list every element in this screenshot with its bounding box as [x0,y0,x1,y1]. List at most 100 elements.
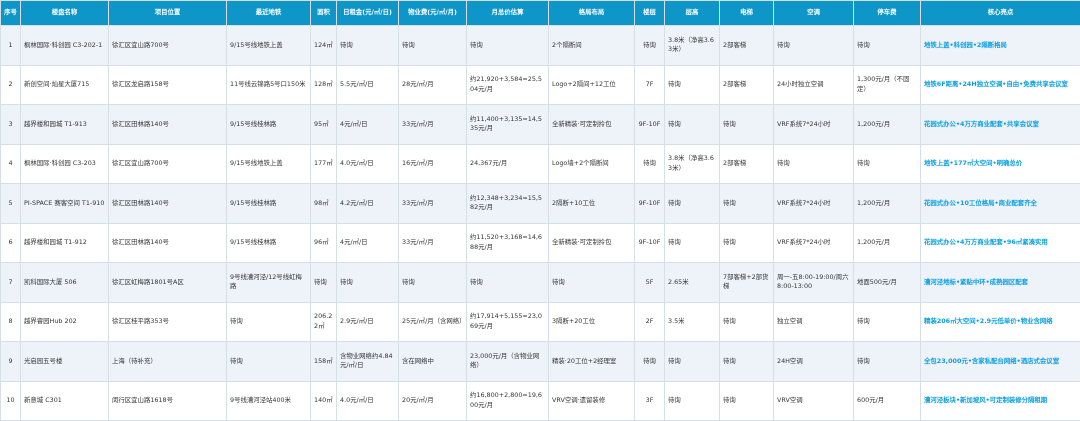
cell-floor: 7F [635,65,665,105]
cell-floor: 5F [635,263,665,303]
cell-monthly-total: 约11,520+3,168=14,688元/月 [467,223,549,263]
cell-daily-rent: 4.0元/㎡/日 [337,381,399,421]
cell-index: 8 [1,302,21,342]
cell-location: 徐汇区田林路140号 [109,105,227,145]
cell-highlights: 地铁上盖•科创园•2隔断格局 [921,26,1080,66]
cell-location: 徐汇区桂平路353号 [109,302,227,342]
col-header-layout: 格局布局 [549,1,635,26]
cell-elevator: 待询 [720,223,774,263]
cell-elevator: 待询 [720,184,774,224]
table-row: 7凯科国际大厦 506徐汇区虹梅路1801号A区9号线漕河泾/12号线虹梅路待询… [1,263,1080,303]
cell-monthly-total: 待询 [467,263,549,303]
table-row: 5PI-SPACE 赛客空间 T1-910徐汇区田林路140号9/15号线桂林路… [1,184,1080,224]
cell-property-name: 光启园五号楼 [21,342,109,382]
cell-metro: 9/15号线桂林路 [227,105,311,145]
cell-index: 1 [1,26,21,66]
col-header-index: 序号 [1,1,21,26]
cell-layout: 2隔断+10工位 [549,184,635,224]
table-row: 2新创空间·灿星大厦715徐汇区龙启路158号11号线云锦路5号口150米128… [1,65,1080,105]
col-header-parking: 停车费 [854,1,921,26]
cell-highlights: 地铁6F距离•24H独立空调•自由•免费共享会议室 [921,65,1080,105]
cell-layout: VRV空调·遗留装修 [549,381,635,421]
cell-mgmt-fee: 33元/㎡/月 [399,105,467,145]
col-header-property: 楼盘名称 [21,1,109,26]
cell-ac: 周一-五8:00-19:00/周六8:00-13:00 [774,263,854,303]
cell-parking: 1,300元/月（不固定） [854,65,921,105]
cell-floor: 9F-10F [635,105,665,145]
cell-layout: 2个隔断间 [549,26,635,66]
cell-daily-rent: 含物业网络约4.84元/㎡/日 [337,342,399,382]
col-header-elevator: 电梯 [720,1,774,26]
col-header-area: 面积 [311,1,337,26]
cell-index: 9 [1,342,21,382]
cell-monthly-total: 24,367元/月 [467,144,549,184]
cell-metro: 9/15号线桂林路 [227,223,311,263]
cell-floor: 待询 [635,144,665,184]
cell-monthly-total: 待询 [467,26,549,66]
property-table: 序号 楼盘名称 项目位置 最近地铁 面积 日租金(元/㎡/日) 物业费(元/㎡/… [0,0,1080,421]
cell-highlights: 漕河泾地标•紧贴中环•成熟园区配套 [921,263,1080,303]
cell-daily-rent: 待询 [337,26,399,66]
header-row: 序号 楼盘名称 项目位置 最近地铁 面积 日租金(元/㎡/日) 物业费(元/㎡/… [1,1,1080,26]
cell-mgmt-fee: 待询 [399,26,467,66]
cell-floor: 待询 [635,26,665,66]
cell-parking: 1,200元/月 [854,184,921,224]
cell-metro: 待询 [227,302,311,342]
cell-daily-rent: 待询 [337,263,399,303]
cell-highlights: 全包23,000元•含家私配台网络•酒店式会议室 [921,342,1080,382]
cell-layout: Logo+2隔间+12工位 [549,65,635,105]
cell-elevator: 待询 [720,381,774,421]
cell-index: 10 [1,381,21,421]
cell-property-name: 凯科国际大厦 506 [21,263,109,303]
cell-parking: 1,200元/月 [854,223,921,263]
table-row: 1枫林国际·科创园 C3-202-1徐汇区宜山路700号9/15号线地铁上盖12… [1,26,1080,66]
cell-area: 140㎡ [311,381,337,421]
cell-location: 上海（待补充） [109,342,227,382]
cell-property-name: 越界睿园Hub 202 [21,302,109,342]
cell-index: 4 [1,144,21,184]
cell-location: 徐汇区龙启路158号 [109,65,227,105]
cell-monthly-total: 约11,400+3,135=14,535元/月 [467,105,549,145]
table-row: 8越界睿园Hub 202徐汇区桂平路353号待询206.22㎡2.9元/㎡/日2… [1,302,1080,342]
col-header-monthly-total: 月总价估算 [467,1,549,26]
cell-elevator: 待询 [720,105,774,145]
cell-property-name: 越界楼和园城 T1-912 [21,223,109,263]
cell-area: 158㎡ [311,342,337,382]
cell-highlights: 漕河泾板块•新加坡风•可定制装修分隔租期 [921,381,1080,421]
cell-layout: 3隔断+20工位 [549,302,635,342]
cell-area: 128㎡ [311,65,337,105]
cell-elevator: 待询 [720,342,774,382]
cell-monthly-total: 约12,348+3,234=15,582元/月 [467,184,549,224]
cell-index: 5 [1,184,21,224]
col-header-daily-rent: 日租金(元/㎡/日) [337,1,399,26]
cell-ac: VRF系统7*24小时 [774,223,854,263]
cell-parking: 待询 [854,302,921,342]
cell-metro: 9号线漕河泾站400米 [227,381,311,421]
cell-ac: VRF系统7*24小时 [774,184,854,224]
cell-property-name: 新创空间·灿星大厦715 [21,65,109,105]
cell-layout: Logo墙+2个隔断间 [549,144,635,184]
cell-ac: 24小时独立空调 [774,65,854,105]
cell-index: 7 [1,263,21,303]
cell-ac: 待询 [774,144,854,184]
cell-highlights: 地铁上盖•177㎡大空间•明确总价 [921,144,1080,184]
cell-height: 待询 [665,342,720,382]
cell-area: 95㎡ [311,105,337,145]
cell-ac: VRV空调 [774,381,854,421]
cell-ac: 待询 [774,26,854,66]
cell-layout: 全新精装·可定制拎包 [549,105,635,145]
cell-property-name: 枫林国际·科创园 C3-202-1 [21,26,109,66]
col-header-ac: 空调 [774,1,854,26]
cell-floor: 2F [635,302,665,342]
cell-metro: 9号线漕河泾/12号线虹梅路 [227,263,311,303]
cell-elevator: 2部客梯 [720,65,774,105]
cell-mgmt-fee: 28元/㎡/月 [399,65,467,105]
table-row: 10新意城 C301闵行区宜山路1618号9号线漕河泾站400米140㎡4.0元… [1,381,1080,421]
cell-layout: 待询 [549,263,635,303]
cell-mgmt-fee: 33元/㎡/月 [399,184,467,224]
table-row: 3越界楼和园城 T1-913徐汇区田林路140号9/15号线桂林路95㎡4元/㎡… [1,105,1080,145]
cell-mgmt-fee: 25元/㎡/月（含网络） [399,302,467,342]
cell-monthly-total: 约16,800+2,800=19,600元/月 [467,381,549,421]
cell-daily-rent: 4.0元/㎡/日 [337,144,399,184]
cell-floor: 3F [635,381,665,421]
